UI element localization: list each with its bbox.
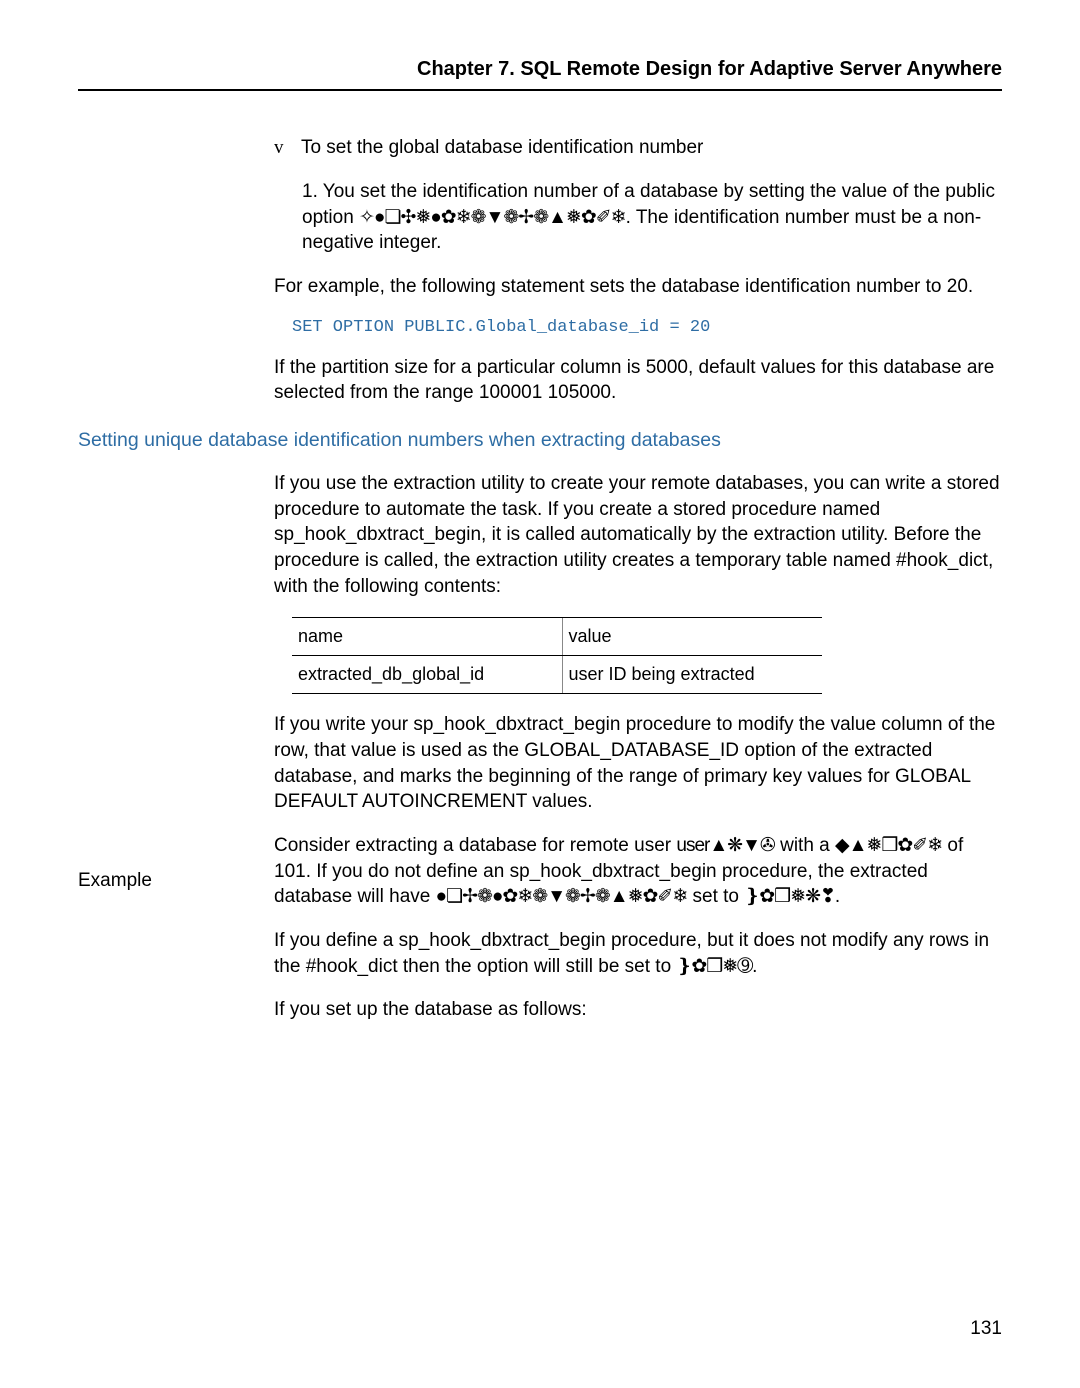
ex1-g1: user▲❋▼✇ — [676, 835, 774, 856]
example-label: Example — [78, 870, 152, 892]
ex1-b: with a — [775, 835, 835, 856]
section-heading: Setting unique database identiﬁcation nu… — [78, 428, 1002, 453]
ex1-d: set to — [687, 886, 744, 907]
table-cell-name: extracted_db_global_id — [292, 656, 562, 694]
procedure-title: To set the global database identiﬁcation… — [301, 137, 703, 158]
ex1-g3: ●❏✢❁●✿❄❁▼❁✢❁▲❅✿✐❄ — [436, 886, 688, 907]
example-intro: For example, the following statement set… — [274, 274, 1002, 300]
ex1-g4: ❵✿❒❅❋❣ — [744, 886, 835, 907]
table-cell-value: user ID being extracted — [562, 656, 822, 694]
example-paragraph-1: Consider extracting a database for remot… — [274, 833, 1002, 910]
extraction-paragraph: If you use the extraction utility to cre… — [274, 471, 1002, 599]
table-header-row: name value — [292, 618, 822, 656]
table-row: extracted_db_global_id user ID being ext… — [292, 656, 822, 694]
ex1-g2: ◆▲❅❒✿✐❄ — [835, 835, 942, 856]
table-header-value: value — [562, 618, 822, 656]
ex2-a: If you deﬁne a sp_hook_dbxtract_begin pr… — [274, 930, 989, 977]
code-block: SET OPTION PUBLIC.Global_database_id = 2… — [292, 318, 1002, 337]
write-procedure-paragraph: If you write your sp_hook_dbxtract_begin… — [274, 712, 1002, 815]
procedure-marker: v — [274, 137, 296, 159]
procedure-step-1: 1. You set the identiﬁcation number of a… — [302, 179, 1002, 256]
step-number: 1. — [302, 181, 318, 202]
ex1-a: Consider extracting a database for remot… — [274, 835, 676, 856]
ex2-g: ❵✿❒❅➈ — [676, 956, 752, 977]
hook-dict-table: name value extracted_db_global_id user I… — [292, 617, 822, 694]
example-paragraph-2: If you deﬁne a sp_hook_dbxtract_begin pr… — [274, 928, 1002, 979]
chapter-header: Chapter 7. SQL Remote Design for Adaptiv… — [78, 58, 1002, 91]
partition-paragraph: If the partition size for a particular c… — [274, 355, 1002, 406]
step-garble: ✧●❏✣❅●✿❄❁▼❁✢❁▲❅✿✐❄ — [359, 207, 626, 228]
example-paragraph-3: If you set up the database as follows: — [274, 997, 1002, 1023]
table-header-name: name — [292, 618, 562, 656]
ex1-e: . — [835, 886, 840, 907]
ex2-b: . — [752, 956, 757, 977]
procedure-title-row: v To set the global database identiﬁcati… — [274, 137, 1002, 159]
page-number: 131 — [970, 1318, 1002, 1340]
